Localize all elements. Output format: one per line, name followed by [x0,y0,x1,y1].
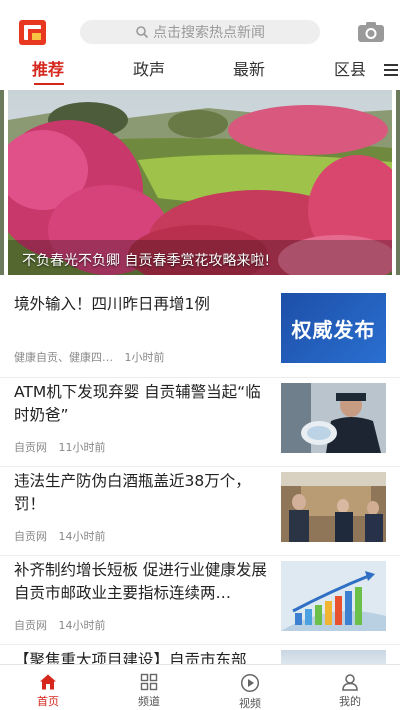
play-icon [240,673,260,693]
nav-profile[interactable]: 我的 [320,665,380,710]
thumbnail-text: 权威发布 [291,317,376,342]
news-time: 1小时前 [124,351,165,364]
user-icon [342,674,358,691]
news-meta: 健康自贡、健康四… 1小时前 [14,349,173,365]
news-source: 自贡网 [14,619,47,632]
news-title: 违法生产防伪白酒瓶盖近38万个，罚！ [14,472,251,513]
news-source: 健康自贡、健康四… [14,351,113,364]
bottom-navigation: 首页 频道 视频 我的 [0,664,400,710]
nav-video-label: 视频 [239,697,261,710]
news-meta: 自贡网 14小时前 [14,528,114,544]
camera-icon[interactable] [357,21,385,43]
news-thumbnail: 权威发布 [281,293,386,363]
news-time: 14小时前 [58,619,106,632]
news-time: 14小时前 [58,530,106,543]
nav-home-label: 首页 [37,695,59,708]
news-title: 境外输入！四川昨日再增1例 [14,295,210,313]
search-bar[interactable]: 点击搜索热点新闻 [80,20,320,44]
carousel-prev-peek [0,90,4,275]
news-meta: 自贡网 14小时前 [14,617,114,633]
home-icon [40,674,56,690]
search-placeholder: 点击搜索热点新闻 [153,25,265,41]
news-source: 自贡网 [14,530,47,543]
grid-icon [140,673,158,691]
channel-tabs: 推荐 政声 最新 区县 [0,58,400,85]
search-icon [136,26,149,39]
news-item[interactable]: ATM机下发现弃婴 自贡辅警当起“临时奶爸” 自贡网 11小时前 [0,378,400,467]
nav-channels-label: 频道 [138,695,160,708]
news-thumbnail [281,472,386,542]
tab-latest[interactable]: 最新 [233,58,265,82]
news-time: 11小时前 [58,441,106,454]
news-source: 自贡网 [14,441,47,454]
news-thumbnail [281,561,386,631]
news-item[interactable]: 违法生产防伪白酒瓶盖近38万个，罚！ 自贡网 14小时前 [0,467,400,556]
tab-politics[interactable]: 政声 [133,58,165,82]
app-logo-icon[interactable] [19,20,46,45]
nav-home[interactable]: 首页 [18,665,78,710]
nav-profile-label: 我的 [339,695,361,708]
news-thumbnail [281,383,386,453]
active-tab-indicator [34,83,64,85]
nav-video[interactable]: 视频 [220,665,280,710]
tab-districts[interactable]: 区县 [334,58,366,82]
news-title: ATM机下发现弃婴 自贡辅警当起“临时奶爸” [14,383,261,424]
news-meta: 自贡网 11小时前 [14,439,114,455]
news-title: 补齐制约增长短板 促进行业健康发展 自贡市邮政业主要指标连续两… [14,561,267,602]
carousel-next-peek [396,90,400,275]
tab-recommend[interactable]: 推荐 [32,58,64,82]
news-thumbnail-partial [281,650,386,664]
channel-menu-icon[interactable] [384,64,398,76]
nav-channels[interactable]: 频道 [119,665,179,710]
news-item[interactable]: 境外输入！四川昨日再增1例 健康自贡、健康四… 1小时前 权威发布 [0,289,400,378]
headline-banner[interactable]: 不负春光不负卿 自贡春季赏花攻略来啦! [8,90,392,275]
news-item[interactable]: 补齐制约增长短板 促进行业健康发展 自贡市邮政业主要指标连续两… 自贡网 14小… [0,556,400,645]
top-bar: 点击搜索热点新闻 [0,0,400,58]
banner-caption: 不负春光不负卿 自贡春季赏花攻略来啦! [22,253,271,269]
banner-image [8,90,392,275]
